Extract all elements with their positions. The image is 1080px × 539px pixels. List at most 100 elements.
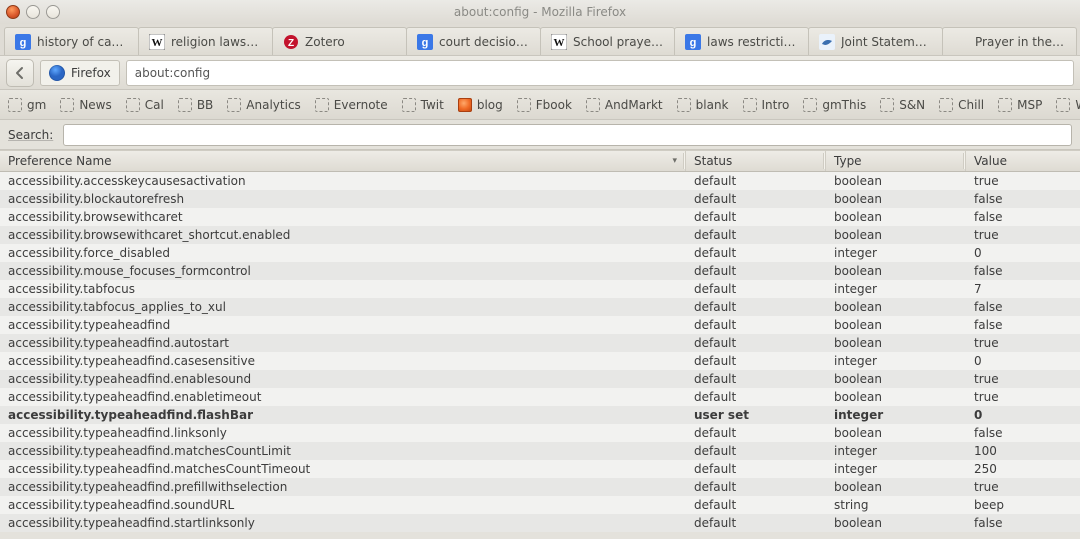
bookmark-item[interactable]: blog: [458, 98, 503, 112]
window-maximize-button[interactable]: [46, 5, 60, 19]
bookmark-item[interactable]: News: [60, 98, 111, 112]
bookmark-icon: [939, 98, 953, 112]
cell-name: accessibility.force_disabled: [0, 244, 686, 262]
tab[interactable]: ZZotero: [272, 27, 407, 55]
bookmark-item[interactable]: S&N: [880, 98, 925, 112]
bookmark-item[interactable]: Cal: [126, 98, 164, 112]
tab[interactable]: Prayer in the Pu: [942, 27, 1077, 55]
cell-value: 250: [966, 460, 1080, 478]
cell-type: boolean: [826, 334, 966, 352]
bookmark-item[interactable]: blank: [677, 98, 729, 112]
bookmark-item[interactable]: Chill: [939, 98, 984, 112]
cell-type: string: [826, 496, 966, 514]
bookmark-item[interactable]: AndMarkt: [586, 98, 663, 112]
table-row[interactable]: accessibility.typeaheadfind.soundURLdefa…: [0, 496, 1080, 514]
bookmark-item[interactable]: Evernote: [315, 98, 388, 112]
back-button[interactable]: [6, 59, 34, 87]
column-splitter[interactable]: [683, 153, 685, 169]
cell-type: integer: [826, 280, 966, 298]
cell-name: accessibility.typeaheadfind.matchesCount…: [0, 442, 686, 460]
table-row[interactable]: accessibility.blockautorefreshdefaultboo…: [0, 190, 1080, 208]
table-row[interactable]: accessibility.typeaheadfinddefaultboolea…: [0, 316, 1080, 334]
cell-type: boolean: [826, 172, 966, 190]
tab-favicon-icon: g: [15, 34, 31, 50]
tab-favicon-icon: [819, 34, 835, 50]
table-row[interactable]: accessibility.force_disableddefaultinteg…: [0, 244, 1080, 262]
table-row[interactable]: accessibility.typeaheadfind.matchesCount…: [0, 442, 1080, 460]
window-minimize-button[interactable]: [26, 5, 40, 19]
tab-label: laws restricting …: [707, 35, 798, 49]
bookmark-label: WordCloud: [1075, 98, 1080, 112]
bookmark-icon: [998, 98, 1012, 112]
table-row[interactable]: accessibility.accesskeycausesactivationd…: [0, 172, 1080, 190]
cell-type: integer: [826, 406, 966, 424]
cell-name: accessibility.typeaheadfind.flashBar: [0, 406, 686, 424]
cell-type: boolean: [826, 262, 966, 280]
tab[interactable]: ghistory of catho…: [4, 27, 139, 55]
cell-value: true: [966, 226, 1080, 244]
table-row[interactable]: accessibility.browsewithcaret_shortcut.e…: [0, 226, 1080, 244]
cell-status: default: [686, 514, 826, 532]
cell-name: accessibility.typeaheadfind.enabletimeou…: [0, 388, 686, 406]
column-splitter[interactable]: [963, 153, 965, 169]
bookmark-item[interactable]: Analytics: [227, 98, 301, 112]
table-row[interactable]: accessibility.mouse_focuses_formcontrold…: [0, 262, 1080, 280]
preferences-grid: Preference Name ▾ Status Type Value acce…: [0, 150, 1080, 532]
cell-type: boolean: [826, 514, 966, 532]
cell-name: accessibility.browsewithcaret: [0, 208, 686, 226]
bookmark-item[interactable]: MSP: [998, 98, 1042, 112]
window-close-button[interactable]: [6, 5, 20, 19]
bookmark-item[interactable]: BB: [178, 98, 213, 112]
tab[interactable]: Joint Statemen…: [808, 27, 943, 55]
table-row[interactable]: accessibility.tabfocusdefaultinteger7: [0, 280, 1080, 298]
table-row[interactable]: accessibility.typeaheadfind.matchesCount…: [0, 460, 1080, 478]
table-row[interactable]: accessibility.typeaheadfind.enablesoundd…: [0, 370, 1080, 388]
cell-status: default: [686, 190, 826, 208]
bookmark-item[interactable]: Fbook: [517, 98, 572, 112]
search-input[interactable]: [63, 124, 1072, 146]
table-row[interactable]: accessibility.typeaheadfind.prefillwiths…: [0, 478, 1080, 496]
column-type[interactable]: Type: [826, 151, 966, 171]
bookmark-label: Cal: [145, 98, 164, 112]
table-row[interactable]: accessibility.typeaheadfind.startlinkson…: [0, 514, 1080, 532]
column-value[interactable]: Value: [966, 151, 1080, 171]
cell-status: default: [686, 226, 826, 244]
cell-value: true: [966, 478, 1080, 496]
table-row[interactable]: accessibility.browsewithcaretdefaultbool…: [0, 208, 1080, 226]
bookmark-item[interactable]: gm: [8, 98, 46, 112]
cell-status: default: [686, 280, 826, 298]
tab[interactable]: Wreligion laws us …: [138, 27, 273, 55]
cell-value: 0: [966, 244, 1080, 262]
column-splitter[interactable]: [823, 153, 825, 169]
table-row[interactable]: accessibility.typeaheadfind.enabletimeou…: [0, 388, 1080, 406]
tab[interactable]: g laws restricting …: [674, 27, 809, 55]
svg-text:Z: Z: [288, 38, 294, 49]
cell-status: default: [686, 478, 826, 496]
cell-name: accessibility.typeaheadfind.linksonly: [0, 424, 686, 442]
cell-value: false: [966, 298, 1080, 316]
table-row[interactable]: accessibility.typeaheadfind.autostartdef…: [0, 334, 1080, 352]
table-row[interactable]: accessibility.typeaheadfind.flashBaruser…: [0, 406, 1080, 424]
bookmark-label: Evernote: [334, 98, 388, 112]
svg-text:g: g: [690, 37, 697, 49]
navigation-toolbar: Firefox about:config: [0, 56, 1080, 90]
column-status[interactable]: Status: [686, 151, 826, 171]
bookmark-label: BB: [197, 98, 213, 112]
column-preference-name[interactable]: Preference Name ▾: [0, 151, 686, 171]
cell-status: default: [686, 460, 826, 478]
table-row[interactable]: accessibility.typeaheadfind.casesensitiv…: [0, 352, 1080, 370]
table-row[interactable]: accessibility.typeaheadfind.linksonlydef…: [0, 424, 1080, 442]
bookmark-item[interactable]: WordCloud: [1056, 98, 1080, 112]
bookmark-icon: [458, 98, 472, 112]
table-row[interactable]: accessibility.tabfocus_applies_to_xuldef…: [0, 298, 1080, 316]
cell-value: false: [966, 262, 1080, 280]
tab[interactable]: gcourt decision …: [406, 27, 541, 55]
bookmark-item[interactable]: Intro: [743, 98, 790, 112]
tab[interactable]: WSchool prayer - …: [540, 27, 675, 55]
url-bar[interactable]: about:config: [126, 60, 1074, 86]
bookmark-item[interactable]: Twit: [402, 98, 444, 112]
bookmark-item[interactable]: gmThis: [803, 98, 866, 112]
cell-status: user set: [686, 406, 826, 424]
identity-box[interactable]: Firefox: [40, 60, 120, 86]
bookmark-icon: [880, 98, 894, 112]
